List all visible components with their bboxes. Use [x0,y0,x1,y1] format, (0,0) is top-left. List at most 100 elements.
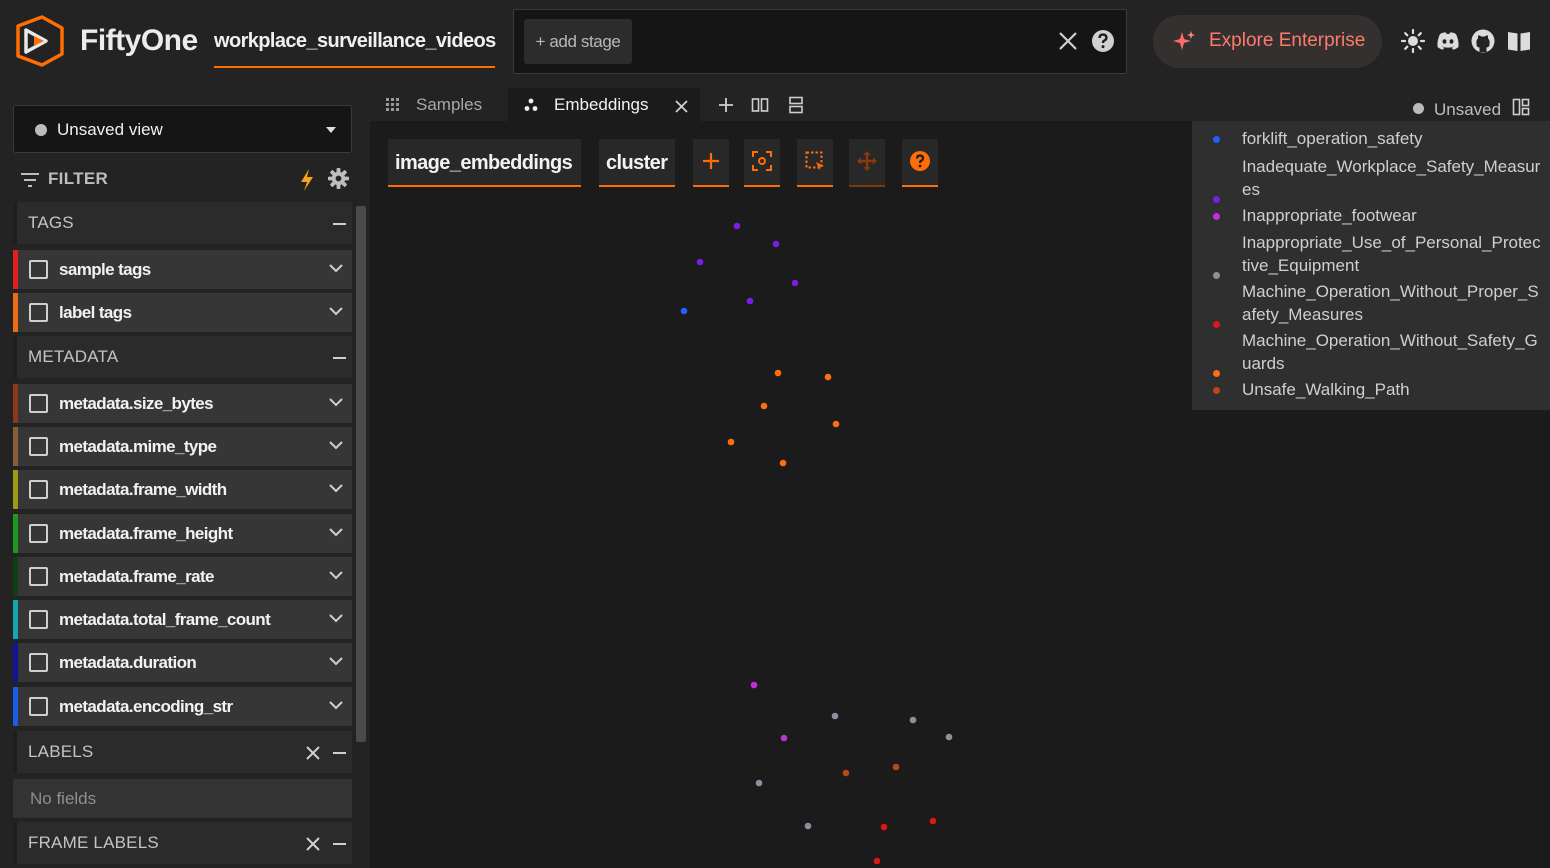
chevron-down-icon[interactable] [329,263,343,273]
field-row-duration[interactable]: metadata.duration [13,643,352,682]
group-metadata-header[interactable]: METADATA [13,336,352,378]
close-tab-icon[interactable] [675,100,688,113]
tab-embeddings[interactable]: Embeddings [508,88,700,121]
explore-enterprise-button[interactable]: Explore Enterprise [1153,15,1382,68]
scatter-point-series-1-4[interactable] [746,297,754,305]
field-row-frame-height[interactable]: metadata.frame_height [13,514,352,553]
fit-view-button[interactable] [744,139,780,187]
docs-book-icon[interactable] [1506,28,1532,54]
scatter-point-series-5-5[interactable] [779,459,787,467]
split-vertical-icon[interactable] [787,96,805,114]
chevron-down-icon[interactable] [329,440,343,450]
field-row-sample-tags[interactable]: sample tags [13,250,352,289]
checkbox[interactable] [29,524,48,543]
saved-view-selector[interactable]: Unsaved view [13,105,352,153]
add-stage-button[interactable]: + add stage [524,19,632,64]
gear-icon[interactable] [327,167,350,190]
checkbox[interactable] [29,303,48,322]
checkbox[interactable] [29,394,48,413]
group-labels-header[interactable]: LABELS [13,731,352,773]
brand-title: FiftyOne [80,24,198,57]
lightning-bolt-icon[interactable] [299,168,315,192]
scatter-point-series-4-1[interactable] [929,817,937,825]
field-row-mime-type[interactable]: metadata.mime_type [13,427,352,466]
checkbox[interactable] [29,437,48,456]
split-horizontal-icon[interactable] [751,96,769,114]
chevron-down-icon[interactable] [329,397,343,407]
collapse-icon[interactable] [333,223,346,225]
field-row-size-bytes[interactable]: metadata.size_bytes [13,384,352,423]
field-row-frame-rate[interactable]: metadata.frame_rate [13,557,352,596]
workspace-layout-icon[interactable] [1512,98,1530,116]
scatter-point-series-5-4[interactable] [727,438,735,446]
scatter-point-series-3-2[interactable] [945,733,953,741]
brain-key-selector[interactable]: image_embeddings [388,139,581,187]
add-embeddings-button[interactable] [693,139,729,187]
scatter-point-series-4-0[interactable] [880,823,888,831]
scatter-point-series-1-2[interactable] [696,258,704,266]
chevron-down-icon[interactable] [329,613,343,623]
scatter-point-series-5-3[interactable] [832,420,840,428]
view-bar[interactable]: + add stage [513,9,1127,74]
embeddings-panel: image_embeddings cluster forklift_operat… [370,121,1550,868]
scatter-point-series-5-0[interactable] [774,369,782,377]
scatter-point-series-0-0[interactable] [680,307,688,315]
checkbox[interactable] [29,480,48,499]
discord-icon[interactable] [1435,28,1461,54]
chevron-down-icon[interactable] [329,306,343,316]
github-icon[interactable] [1470,28,1496,54]
chevron-down-icon[interactable] [329,570,343,580]
collapse-icon[interactable] [333,843,346,845]
checkbox[interactable] [29,697,48,716]
checkbox[interactable] [29,610,48,629]
pan-mode-button[interactable] [849,139,885,187]
color-by-selector[interactable]: cluster [599,139,675,187]
add-panel-icon[interactable] [717,96,735,114]
clear-view-icon[interactable] [1057,30,1079,52]
scatter-point-series-4-2[interactable] [873,857,881,865]
scatter-point-series-3-4[interactable] [804,822,812,830]
field-row-label-tags[interactable]: label tags [13,293,352,332]
light-mode-icon[interactable] [1400,28,1426,54]
close-icon[interactable] [305,836,321,852]
collapse-icon[interactable] [333,752,346,754]
field-row-encoding-str[interactable]: metadata.encoding_str [13,687,352,726]
field-row-frame-width[interactable]: metadata.frame_width [13,470,352,509]
checkbox[interactable] [29,567,48,586]
chevron-down-icon[interactable] [329,483,343,493]
lasso-select-button[interactable] [797,139,833,187]
sidebar-scrollbar[interactable] [356,206,366,742]
field-row-total-frame-count[interactable]: metadata.total_frame_count [13,600,352,639]
plot-legend[interactable]: forklift_operation_safety Inadequate_Work… [1192,121,1550,410]
chevron-down-icon[interactable] [329,656,343,666]
checkbox[interactable] [29,653,48,672]
tab-samples[interactable]: Samples [370,88,506,121]
view-status-dot [35,124,47,136]
scatter-point-series-3-3[interactable] [755,779,763,787]
checkbox[interactable] [29,260,48,279]
help-icon[interactable] [1091,29,1115,53]
close-icon[interactable] [305,745,321,761]
group-frame-labels-header[interactable]: FRAME LABELS [13,822,352,864]
scatter-point-series-2-0[interactable] [750,681,758,689]
scatter-point-series-1-1[interactable] [772,240,780,248]
tab-embeddings-label: Embeddings [554,95,649,114]
dataset-selector[interactable]: workplace_surveillance_videos [214,30,496,68]
scatter-point-series-6-0[interactable] [842,769,850,777]
plot-help-button[interactable] [902,139,938,187]
scatter-point-series-5-1[interactable] [824,373,832,381]
chevron-down-icon[interactable] [329,527,343,537]
scatter-point-series-6-1[interactable] [892,763,900,771]
scatter-point-series-3-1[interactable] [909,716,917,724]
chevron-down-icon[interactable] [329,700,343,710]
workspace-unsaved-label[interactable]: Unsaved [1434,100,1501,120]
collapse-icon[interactable] [333,357,346,359]
grid-icon [386,98,399,111]
scatter-point-series-2-1[interactable] [780,734,788,742]
scatter-point-series-5-2[interactable] [760,402,768,410]
scatter-point-series-1-3[interactable] [791,279,799,287]
scatter-point-series-3-0[interactable] [831,712,839,720]
fiftyone-logo-icon[interactable] [12,14,66,68]
scatter-point-series-1-0[interactable] [733,222,741,230]
group-tags-header[interactable]: TAGS [13,202,352,244]
